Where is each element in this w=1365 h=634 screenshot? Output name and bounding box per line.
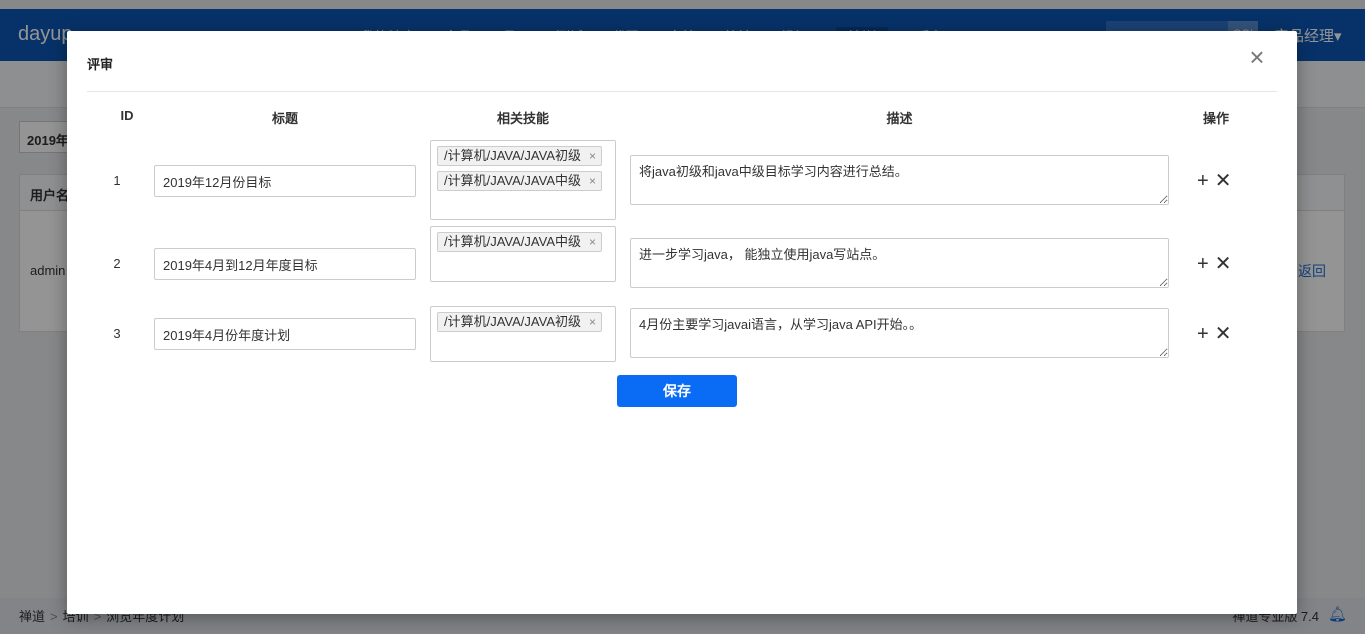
plus-icon[interactable]: + (1197, 254, 1209, 274)
skills-picker[interactable]: /计算机/JAVA/JAVA中级 × (430, 226, 616, 282)
row-id: 1 (113, 173, 121, 188)
skill-tag: /计算机/JAVA/JAVA中级 × (437, 232, 603, 252)
tag-remove-icon[interactable]: × (589, 233, 596, 251)
row-id: 2 (113, 256, 121, 271)
description-textarea[interactable]: 4月份主要学习javai语言，从学习java API开始。。 (630, 308, 1169, 358)
title-input[interactable] (154, 248, 416, 280)
description-textarea[interactable]: 将java初级和java中级目标学习内容进行总结。 (630, 155, 1169, 205)
save-button[interactable]: 保存 (617, 375, 737, 407)
row-actions: + ✕ (1197, 254, 1241, 274)
review-modal: 评审 × ID 标题 相关技能 描述 操作 1 /计算机/JAVA/JAVA初级… (67, 31, 1297, 614)
description-textarea[interactable]: 进一步学习java， 能独立使用java写站点。 (630, 238, 1169, 288)
row-actions: + ✕ (1197, 171, 1241, 191)
close-icon[interactable]: ✕ (1215, 171, 1232, 191)
modal-divider (87, 91, 1277, 92)
column-header-desc: 描述 (886, 111, 913, 126)
title-input[interactable] (154, 165, 416, 197)
skills-picker[interactable]: /计算机/JAVA/JAVA初级 × /计算机/JAVA/JAVA中级 × (430, 140, 616, 220)
title-input[interactable] (154, 318, 416, 350)
skill-tag: /计算机/JAVA/JAVA初级 × (437, 312, 603, 332)
skill-tag: /计算机/JAVA/JAVA中级 × (437, 171, 603, 191)
close-icon[interactable]: ✕ (1215, 254, 1232, 274)
modal-title: 评审 (87, 57, 114, 72)
row-id: 3 (113, 326, 121, 341)
tag-remove-icon[interactable]: × (589, 172, 596, 190)
close-icon[interactable]: × (1247, 44, 1267, 70)
skill-tag-label: /计算机/JAVA/JAVA中级 (444, 234, 582, 249)
skill-tag: /计算机/JAVA/JAVA初级 × (437, 146, 603, 166)
row-actions: + ✕ (1197, 324, 1241, 344)
skills-picker[interactable]: /计算机/JAVA/JAVA初级 × (430, 306, 616, 362)
plus-icon[interactable]: + (1197, 324, 1209, 344)
column-header-title: 标题 (271, 111, 298, 126)
close-icon[interactable]: ✕ (1215, 324, 1232, 344)
skill-tag-label: /计算机/JAVA/JAVA初级 (444, 148, 582, 163)
column-header-ops: 操作 (1202, 111, 1229, 126)
column-header-skills: 相关技能 (496, 111, 549, 126)
tag-remove-icon[interactable]: × (589, 147, 596, 165)
skill-tag-label: /计算机/JAVA/JAVA初级 (444, 314, 582, 329)
skill-tag-label: /计算机/JAVA/JAVA中级 (444, 173, 582, 188)
tag-remove-icon[interactable]: × (589, 313, 596, 331)
plus-icon[interactable]: + (1197, 171, 1209, 191)
